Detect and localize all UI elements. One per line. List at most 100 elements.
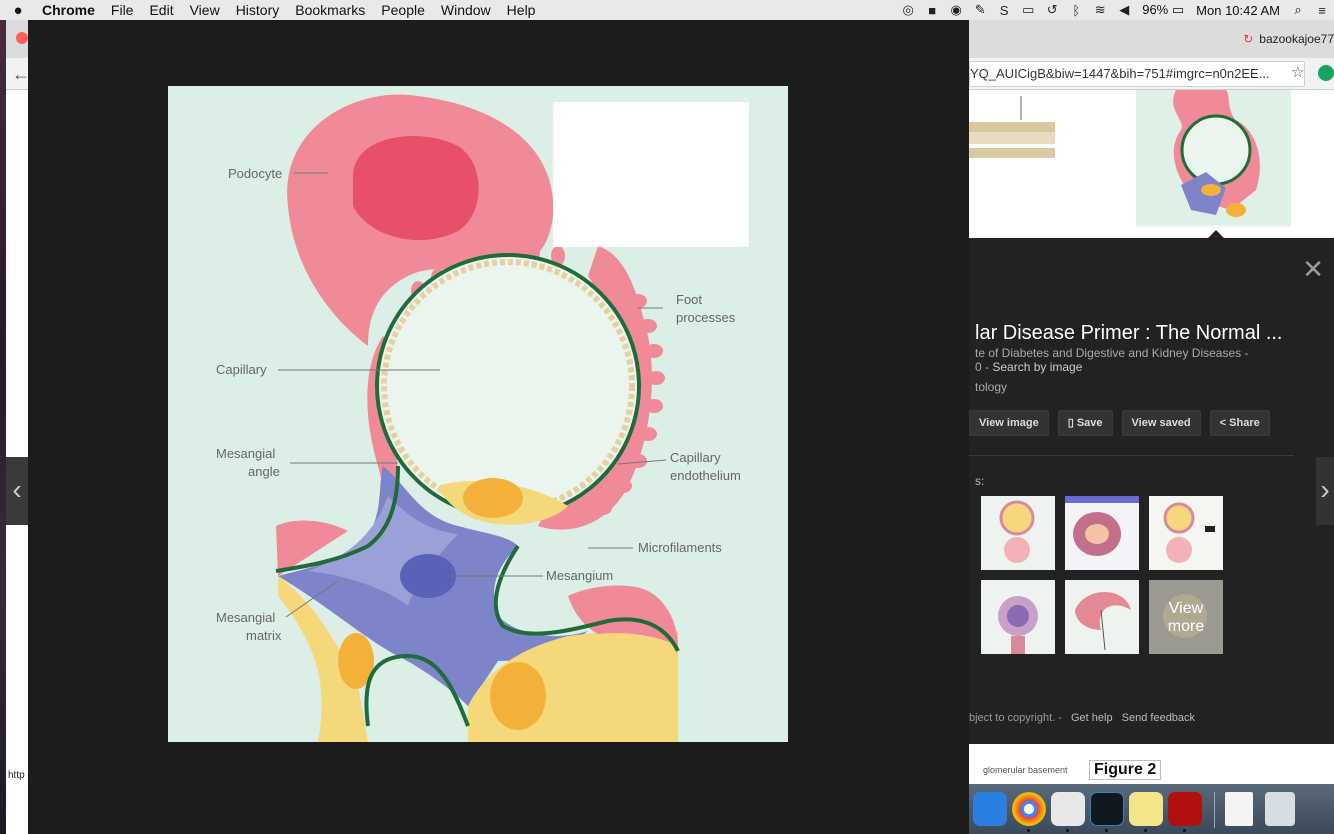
menu-help[interactable]: Help [499, 0, 544, 20]
result-thumbnail-selected[interactable] [1136, 90, 1291, 226]
profile-name: bazookajoe77 [1259, 32, 1334, 46]
status-icon[interactable]: ◎ [896, 0, 920, 20]
label-capillary-endothelium-2: endothelium [670, 468, 741, 483]
notification-center-icon[interactable]: ≡ [1310, 0, 1334, 20]
glomerulus-diagram[interactable]: Podocyte Foot processes Capillary Mesang… [168, 86, 788, 742]
label-mesangial-matrix-2: matrix [246, 628, 282, 643]
related-images-label: s: [975, 474, 985, 488]
apple-menu-icon[interactable]: ● [0, 2, 36, 19]
glomerular-label: glomerular basement [983, 765, 1068, 775]
label-mesangial-angle-1: Mesangial [216, 446, 275, 461]
panel-divider [969, 455, 1294, 456]
result-topic: tology [975, 380, 1008, 394]
action-buttons: View image ▯ Save View saved < Share [969, 410, 1270, 436]
related-image[interactable] [981, 580, 1055, 654]
address-bar[interactable]: YQ_AUICigB&biw=1447&bih=751#imgrc=n0n2EE… [969, 61, 1305, 87]
menu-history[interactable]: History [228, 0, 288, 20]
lower-right-nucleus [490, 662, 546, 730]
window-close-button[interactable] [16, 32, 28, 44]
airplay-icon[interactable]: ▭ [1016, 0, 1040, 20]
view-image-button[interactable]: View image [969, 410, 1049, 436]
url-fragment: http [8, 770, 25, 781]
view-saved-button[interactable]: View saved [1121, 410, 1201, 436]
profile-button[interactable]: ↻ bazookajoe77 [1243, 32, 1334, 46]
share-label: Share [1229, 417, 1260, 429]
label-mesangial-angle-2: angle [248, 464, 280, 479]
profile-icon: ↻ [1243, 32, 1254, 46]
evernote-icon[interactable]: ■ [920, 0, 944, 20]
chevron-right-icon[interactable]: › [1316, 457, 1334, 525]
result-thumbnail[interactable] [969, 90, 1087, 190]
label-capillary-endothelium-1: Capillary [670, 450, 721, 465]
view-more-label: View more [1167, 600, 1205, 635]
trash-icon[interactable] [1265, 792, 1295, 826]
finder-icon[interactable] [973, 792, 1007, 826]
spotlight-search-icon[interactable]: ⌕ [1286, 0, 1310, 20]
result-title[interactable]: lar Disease Primer : The Normal ... [975, 322, 1283, 345]
menu-edit[interactable]: Edit [141, 0, 181, 20]
related-image[interactable] [1065, 580, 1139, 654]
menu-file[interactable]: File [103, 0, 142, 20]
capillary-lumen [378, 256, 638, 516]
menu-bookmarks[interactable]: Bookmarks [287, 0, 373, 20]
search-results-top [969, 90, 1334, 239]
volume-icon[interactable]: ◀ [1112, 0, 1136, 20]
running-indicator [1144, 829, 1147, 832]
close-icon[interactable]: ✕ [1302, 254, 1324, 285]
result-meta-prefix: 0 - [975, 360, 990, 374]
share-icon: < [1219, 417, 1230, 429]
label-foot-processes-1: Foot [676, 292, 702, 307]
chrome-icon[interactable] [1012, 792, 1046, 826]
running-indicator [1105, 829, 1108, 832]
time-machine-icon[interactable]: ↺ [1040, 0, 1064, 20]
get-help-link[interactable]: Get help [1071, 712, 1113, 724]
status-area: ◎ ■ ◉ ✎ S ▭ ↺ ᛒ ≋ ◀ 96% ▭ Mon 10:42 AM ⌕… [896, 0, 1334, 20]
save-button[interactable]: ▯ Save [1057, 410, 1113, 436]
battery-status[interactable]: 96% ▭ [1136, 2, 1190, 18]
share-button[interactable]: < Share [1209, 410, 1270, 436]
bookmark-star-icon[interactable]: ☆ [1291, 63, 1304, 81]
podocyte-nucleus [353, 136, 479, 241]
document-icon[interactable] [1225, 792, 1253, 826]
result-meta: 0 - Search by image [975, 360, 1082, 374]
send-feedback-link[interactable]: Send feedback [1122, 712, 1195, 724]
label-microfilaments: Microfilaments [638, 540, 722, 555]
acrobat-icon[interactable] [1168, 792, 1202, 826]
result-source: te of Diabetes and Digestive and Kidney … [975, 346, 1249, 360]
menu-window[interactable]: Window [433, 0, 499, 20]
chevron-left-icon[interactable]: ‹ [6, 457, 28, 525]
macos-menu-bar: ● Chrome File Edit View History Bookmark… [0, 0, 1334, 20]
related-image[interactable] [1149, 496, 1223, 570]
menu-view[interactable]: View [182, 0, 228, 20]
pen-icon[interactable]: ✎ [968, 0, 992, 20]
label-capillary: Capillary [216, 362, 267, 377]
wifi-icon[interactable]: ≋ [1088, 0, 1112, 20]
notes-icon[interactable] [1129, 792, 1163, 826]
background-window-edge: http [6, 744, 28, 784]
menu-people[interactable]: People [373, 0, 433, 20]
endothelial-nucleus [463, 478, 523, 518]
app-menu[interactable]: Chrome [36, 0, 103, 20]
mesangial-cell-nucleus [400, 554, 456, 598]
save-label: Save [1076, 417, 1103, 429]
camera-icon[interactable]: ◉ [944, 0, 968, 20]
copyright-notice: bject to copyright. - [969, 712, 1062, 724]
battery-icon: ▭ [1171, 2, 1185, 17]
dock-separator [1214, 792, 1215, 828]
blank-inset [553, 102, 749, 247]
extension-icon[interactable] [1318, 65, 1334, 81]
clock-app-icon[interactable] [1090, 792, 1124, 826]
address-bar-url: YQ_AUICigB&biw=1447&bih=751#imgrc=n0n2EE… [970, 66, 1270, 81]
view-more-tile[interactable]: View more [1149, 580, 1223, 654]
pencil-app-icon[interactable] [1051, 792, 1085, 826]
panel-footer: bject to copyright. - Get help Send feed… [969, 712, 1195, 724]
battery-percent: 96% [1142, 2, 1169, 17]
clock[interactable]: Mon 10:42 AM [1190, 3, 1286, 18]
related-image[interactable] [1065, 496, 1139, 570]
label-mesangium: Mesangium [546, 568, 613, 583]
bluetooth-icon[interactable]: ᛒ [1064, 0, 1088, 20]
search-by-image-link[interactable]: Search by image [992, 360, 1082, 374]
running-indicator [1027, 829, 1030, 832]
related-image[interactable] [981, 496, 1055, 570]
skype-icon[interactable]: S [992, 0, 1016, 20]
